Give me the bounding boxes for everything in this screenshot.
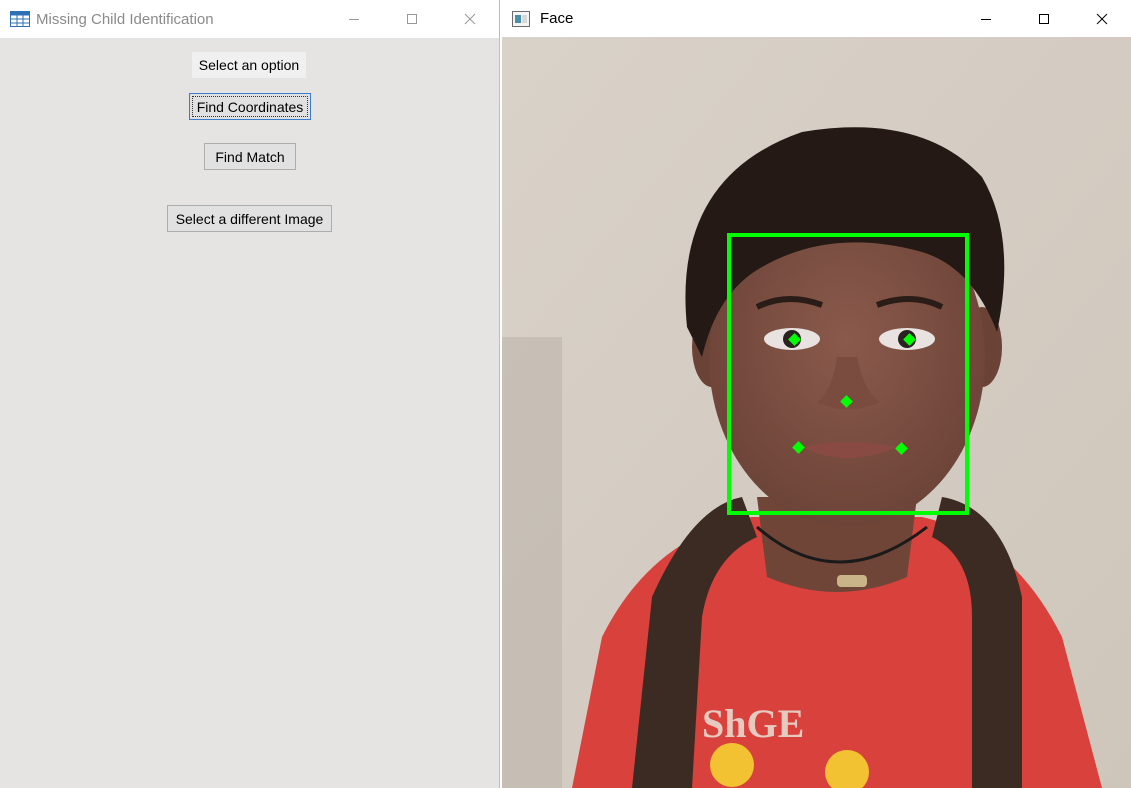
- find-coordinates-button[interactable]: Find Coordinates: [189, 93, 311, 120]
- minimize-button[interactable]: [325, 0, 383, 38]
- table-grid-icon: [10, 9, 30, 29]
- select-option-label: Select an option: [192, 52, 306, 78]
- close-button[interactable]: [1073, 0, 1131, 38]
- right-window-title: Face: [540, 10, 574, 27]
- maximize-icon: [1039, 14, 1049, 24]
- missing-child-window: Missing Child Identification Select an o…: [0, 0, 500, 788]
- face-photo: ShGE: [502, 37, 1131, 788]
- find-match-button[interactable]: Find Match: [204, 143, 296, 170]
- left-titlebar[interactable]: Missing Child Identification: [0, 0, 499, 39]
- find-match-label: Find Match: [215, 148, 285, 165]
- image-window-icon: [512, 9, 532, 29]
- maximize-button[interactable]: [1015, 0, 1073, 38]
- face-window: Face ShGE: [502, 0, 1131, 788]
- left-window-title: Missing Child Identification: [36, 10, 214, 28]
- close-icon: [464, 13, 476, 25]
- select-different-image-button[interactable]: Select a different Image: [167, 205, 332, 232]
- close-icon: [1096, 13, 1108, 25]
- select-different-image-label: Select a different Image: [175, 210, 324, 227]
- close-button[interactable]: [441, 0, 499, 38]
- maximize-button[interactable]: [383, 0, 441, 38]
- minimize-icon: [349, 19, 359, 20]
- svg-text:ShGE: ShGE: [702, 701, 804, 746]
- minimize-button[interactable]: [957, 0, 1015, 38]
- find-coordinates-label: Find Coordinates: [196, 98, 304, 115]
- minimize-icon: [981, 19, 991, 20]
- maximize-icon: [407, 14, 417, 24]
- right-titlebar[interactable]: Face: [502, 0, 1131, 37]
